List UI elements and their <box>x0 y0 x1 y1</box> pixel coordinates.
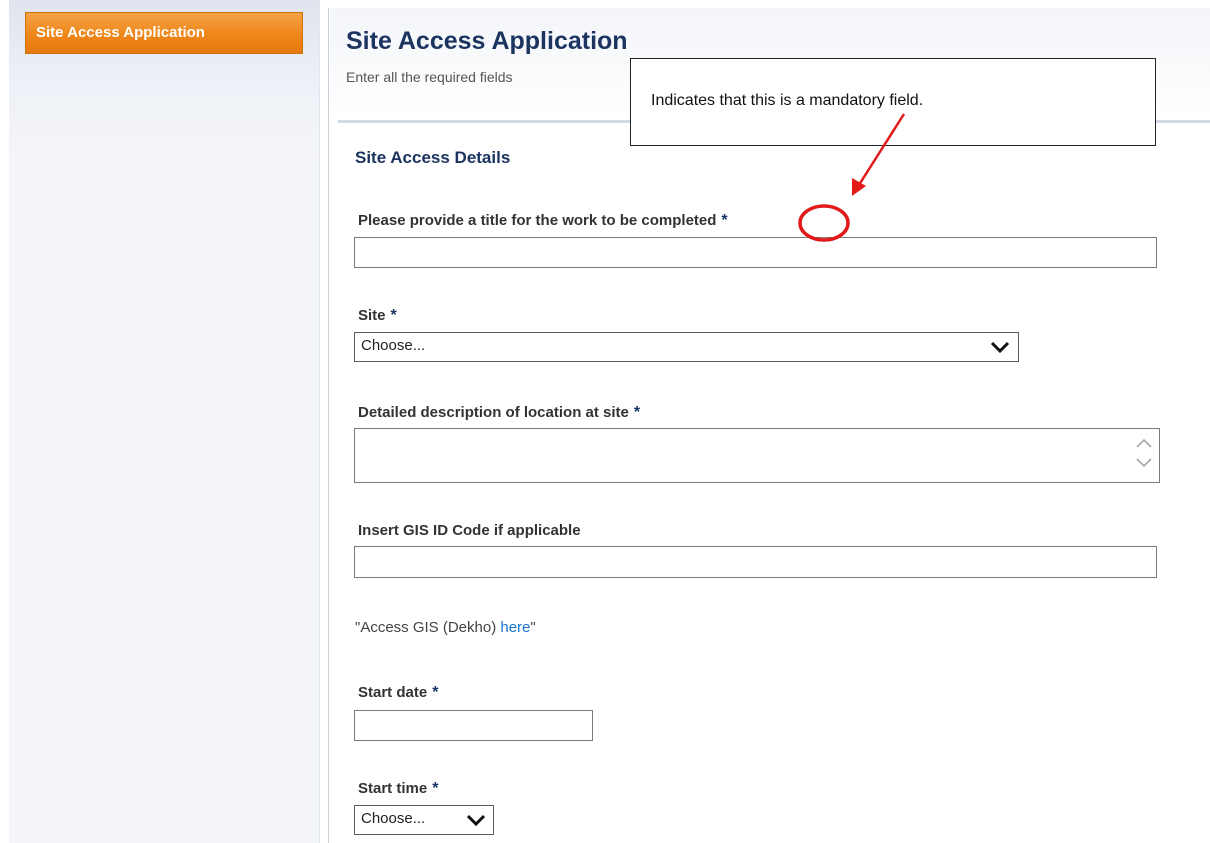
location-description-textarea[interactable] <box>354 428 1160 483</box>
textarea-scroll-arrows-icon[interactable] <box>1133 431 1155 475</box>
gis-note-prefix: "Access GIS (Dekho) <box>355 619 501 636</box>
start-date-label-text: Start date <box>358 684 428 701</box>
callout-text: Indicates that this is a mandatory field… <box>651 92 924 109</box>
required-asterisk-icon: * <box>390 307 397 324</box>
start-date-label: Start date * <box>358 684 438 702</box>
gis-access-note: "Access GIS (Dekho) here" <box>355 619 536 636</box>
site-select-value: Choose... <box>361 337 426 354</box>
required-asterisk-icon: * <box>721 212 728 229</box>
required-asterisk-icon: * <box>633 404 641 421</box>
chevron-down-icon <box>990 341 1010 354</box>
location-description-label-text: Detailed description of location at site <box>358 404 629 421</box>
mandatory-field-callout: Indicates that this is a mandatory field… <box>630 58 1156 146</box>
callout-arrowhead-icon <box>852 178 866 196</box>
work-title-label-text: Please provide a title for the work to b… <box>358 212 717 229</box>
work-title-input[interactable] <box>354 237 1157 268</box>
start-time-label-text: Start time <box>358 780 428 797</box>
site-label: Site * <box>358 307 397 325</box>
gis-here-link[interactable]: here <box>500 619 530 636</box>
sidebar: Site Access Application <box>9 0 320 843</box>
location-description-label: Detailed description of location at site… <box>358 404 640 422</box>
work-title-label: Please provide a title for the work to b… <box>358 212 728 230</box>
sidebar-item-site-access-application[interactable]: Site Access Application <box>25 12 303 54</box>
site-label-text: Site <box>358 307 386 324</box>
start-time-label: Start time * <box>358 780 438 798</box>
gis-note-suffix: " <box>530 619 536 636</box>
required-asterisk-icon: * <box>432 780 439 797</box>
content-divider <box>328 8 329 843</box>
gis-id-label-text: Insert GIS ID Code if applicable <box>358 522 581 539</box>
gis-id-input[interactable] <box>354 546 1157 578</box>
highlight-circle <box>798 204 850 242</box>
start-time-select[interactable]: Choose... <box>354 805 494 835</box>
start-date-input[interactable] <box>354 710 593 741</box>
page-title: Site Access Application <box>346 27 628 55</box>
sidebar-item-label: Site Access Application <box>36 24 205 41</box>
start-time-select-value: Choose... <box>361 810 426 827</box>
gis-id-label: Insert GIS ID Code if applicable <box>358 522 581 539</box>
chevron-down-icon <box>466 814 486 827</box>
page-subtitle: Enter all the required fields <box>346 69 513 85</box>
site-select[interactable]: Choose... <box>354 332 1019 362</box>
section-title: Site Access Details <box>355 148 511 167</box>
required-asterisk-icon: * <box>432 684 439 701</box>
